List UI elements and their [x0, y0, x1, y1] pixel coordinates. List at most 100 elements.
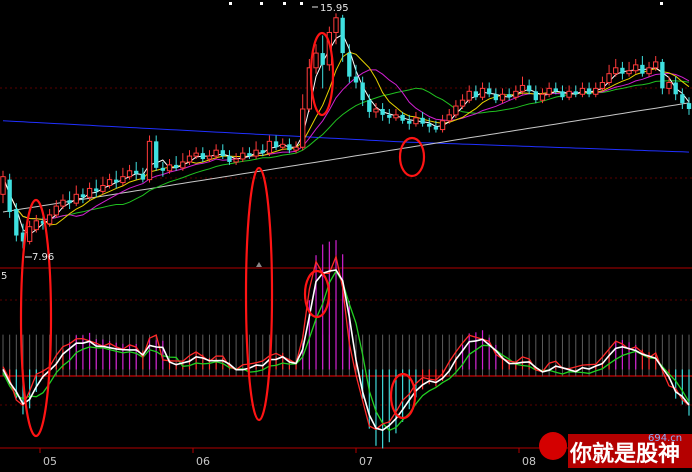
candle-body-up: [240, 152, 246, 160]
candle-body-down: [420, 117, 425, 124]
candle-body-down: [114, 179, 119, 183]
candle-body-up: [626, 70, 632, 75]
candle-body-up: [439, 120, 446, 131]
candlesticks: [0, 13, 692, 249]
candle-body-up: [666, 82, 672, 89]
candle-body-up: [86, 187, 93, 198]
highlight-ellipse-dip: [398, 136, 426, 178]
candle-body-up: [633, 64, 639, 72]
candle-body-down: [640, 64, 645, 74]
candle-body-up: [186, 155, 193, 163]
candle-body-up: [539, 93, 546, 101]
candle-body-up: [393, 114, 399, 119]
candle-body-up: [646, 67, 652, 75]
candle-body-down: [620, 67, 625, 74]
highlight-ellipse-middle: [244, 166, 274, 422]
candle-body-down: [387, 114, 392, 118]
watermark-site: 694.cn: [648, 433, 682, 444]
candle-body-up: [120, 176, 126, 184]
candle-body-down: [160, 167, 166, 171]
candle-body-up: [300, 108, 306, 148]
high-label: 15.95: [320, 3, 349, 14]
candle-body-down: [533, 91, 538, 101]
candle-body-down: [287, 144, 292, 151]
candle-body-up: [106, 179, 113, 186]
candle-body-down: [487, 88, 492, 95]
candle-body-up: [459, 99, 466, 107]
candle-body-up: [146, 140, 153, 181]
candle-body-up: [446, 114, 452, 122]
candle-body-down: [174, 164, 179, 168]
candle-body-up: [566, 90, 572, 98]
candle-body-down: [320, 53, 325, 65]
candle-body-down: [247, 153, 252, 157]
candle-body-up: [499, 93, 506, 101]
candle-body-down: [200, 153, 205, 160]
candle-body-down: [140, 173, 146, 180]
candle-body-down: [553, 88, 558, 92]
candle-body-down: [273, 141, 279, 148]
candle-body-up: [513, 90, 519, 98]
candle-body-up: [193, 152, 199, 157]
moving-averages: [2, 33, 690, 236]
x-ticks: 05 06 07 08: [39, 448, 536, 468]
candle-body-up: [313, 52, 319, 69]
candle-body-down: [94, 188, 99, 192]
candle-body-up: [606, 73, 612, 84]
candle-body-down: [80, 194, 86, 198]
candle-body-up: [599, 82, 606, 89]
candle-body-down: [586, 88, 592, 95]
candle-body-down: [680, 94, 685, 104]
candle-body-up: [206, 155, 213, 160]
indicator-label: 5: [1, 271, 7, 282]
candle-body-up: [60, 199, 66, 207]
candle-body-up: [413, 117, 419, 125]
x-tick-label: 06: [196, 455, 210, 468]
candle-body-up: [453, 105, 459, 116]
candle-body-up: [73, 193, 79, 204]
candle-body-down: [67, 200, 72, 204]
candle-body-down: [473, 91, 479, 98]
candle-body-down: [526, 85, 532, 92]
candle-body-down: [507, 94, 512, 98]
candle-body-down: [154, 141, 159, 168]
candle-body-up: [479, 87, 486, 98]
x-tick-label: 08: [522, 455, 536, 468]
candle-body-down: [686, 103, 692, 109]
candle-body-down: [660, 61, 665, 89]
x-tick-label: 07: [359, 455, 373, 468]
candle-body-down: [353, 76, 359, 83]
candle-body-down: [260, 150, 265, 154]
x-tick-label: 05: [43, 455, 57, 468]
candle-body-up: [53, 205, 59, 216]
candle-body-up: [613, 67, 619, 75]
candle-body-up: [373, 108, 379, 113]
candle-body-down: [560, 91, 565, 98]
candle-body-up: [546, 87, 552, 95]
candle-body-up: [33, 220, 39, 231]
candle-body-up: [46, 214, 53, 225]
candle-body-down: [400, 114, 405, 121]
candle-body-up: [519, 84, 526, 92]
candle-body-up: [253, 149, 259, 157]
candle-body-up: [653, 61, 659, 69]
candle-body-up: [593, 87, 599, 95]
chart-stage: 15.95 7.96 5 05 06 07 08 你就是股神 694.cn: [0, 0, 692, 472]
candle-body-down: [573, 91, 578, 95]
candle-body-down: [360, 82, 365, 101]
candle-body-down: [7, 179, 12, 212]
watermark-text: 你就是股神: [569, 441, 680, 467]
candle-body-down: [220, 150, 225, 157]
candle-body-down: [14, 209, 19, 236]
candle-body-up: [266, 140, 273, 154]
candle-body-up: [26, 226, 33, 242]
watermark-logo: [539, 432, 567, 460]
candle-body-down: [380, 108, 385, 115]
candle-body-down: [227, 156, 232, 162]
candle-body-up: [100, 184, 106, 192]
candle-body-down: [340, 17, 345, 54]
indicator-panel: [2, 240, 690, 449]
candle-body-down: [367, 100, 372, 112]
watermark: 你就是股神 694.cn: [539, 432, 692, 468]
candle-body-up: [0, 176, 6, 195]
